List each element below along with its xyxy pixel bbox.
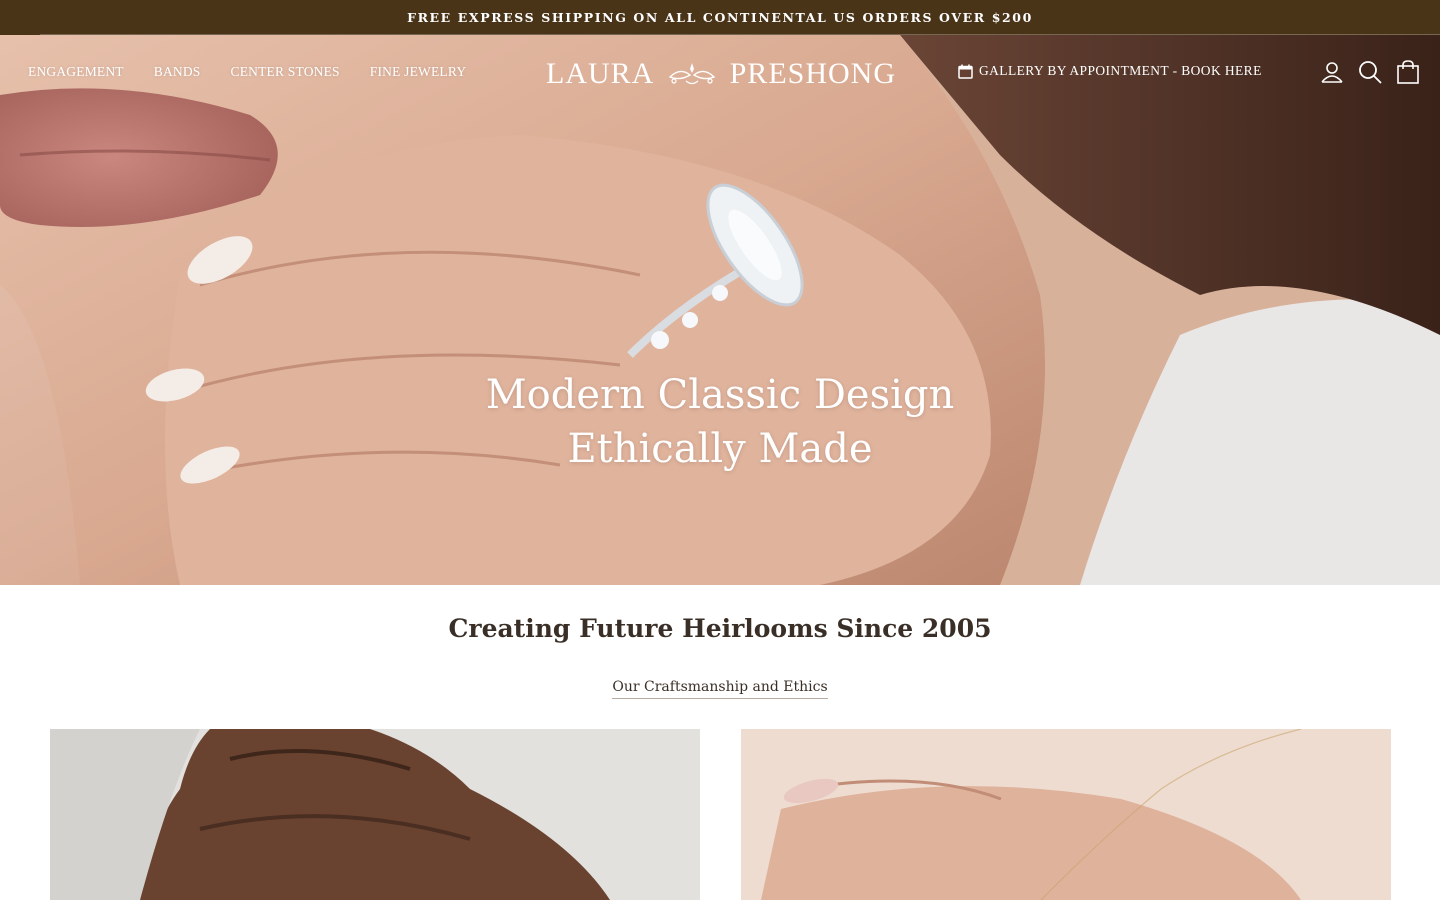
cart-icon[interactable] bbox=[1395, 59, 1421, 85]
logo-word-preshong: PRESHONG bbox=[729, 57, 896, 90]
hero-banner[interactable] bbox=[0, 35, 1440, 585]
hero-line-1: Modern Classic Design bbox=[485, 372, 955, 418]
site-logo[interactable]: LAURA PRESHONG bbox=[546, 57, 896, 91]
account-icon[interactable] bbox=[1319, 59, 1345, 85]
logo-word-laura: LAURA bbox=[546, 57, 655, 90]
announcement-bar: FREE EXPRESS SHIPPING ON ALL CONTINENTAL… bbox=[0, 0, 1440, 35]
hero-line-2: Ethically Made bbox=[567, 426, 873, 472]
book-appointment-link[interactable]: GALLERY BY APPOINTMENT - BOOK HERE bbox=[958, 63, 1262, 79]
logo-flourish-icon bbox=[668, 63, 716, 85]
feature-image-left bbox=[50, 729, 700, 900]
site-header: ENGAGEMENT BANDS CENTER STONES FINE JEWE… bbox=[0, 35, 1440, 107]
intro-heading: Creating Future Heirlooms Since 2005 bbox=[448, 614, 992, 643]
nav-bands[interactable]: BANDS bbox=[154, 64, 201, 80]
announcement-text: FREE EXPRESS SHIPPING ON ALL CONTINENTAL… bbox=[407, 10, 1033, 25]
feature-tile-left[interactable] bbox=[50, 729, 700, 900]
hero-image bbox=[0, 35, 1440, 585]
main-nav: ENGAGEMENT BANDS CENTER STONES FINE JEWE… bbox=[28, 64, 466, 80]
craftsmanship-link[interactable]: Our Craftsmanship and Ethics bbox=[612, 679, 828, 699]
nav-center-stones[interactable]: CENTER STONES bbox=[231, 64, 340, 80]
feature-image-right bbox=[741, 729, 1391, 900]
hero-heading: Modern Classic Design Ethically Made bbox=[0, 368, 1440, 493]
craftsmanship-link-wrap: Our Craftsmanship and Ethics bbox=[0, 678, 1440, 699]
nav-fine-jewelry[interactable]: FINE JEWELRY bbox=[370, 64, 467, 80]
search-icon[interactable] bbox=[1357, 59, 1383, 85]
nav-engagement[interactable]: ENGAGEMENT bbox=[28, 64, 124, 80]
feature-tile-right[interactable] bbox=[741, 729, 1391, 900]
calendar-icon bbox=[958, 64, 973, 79]
appointment-label: GALLERY BY APPOINTMENT - BOOK HERE bbox=[979, 63, 1262, 78]
